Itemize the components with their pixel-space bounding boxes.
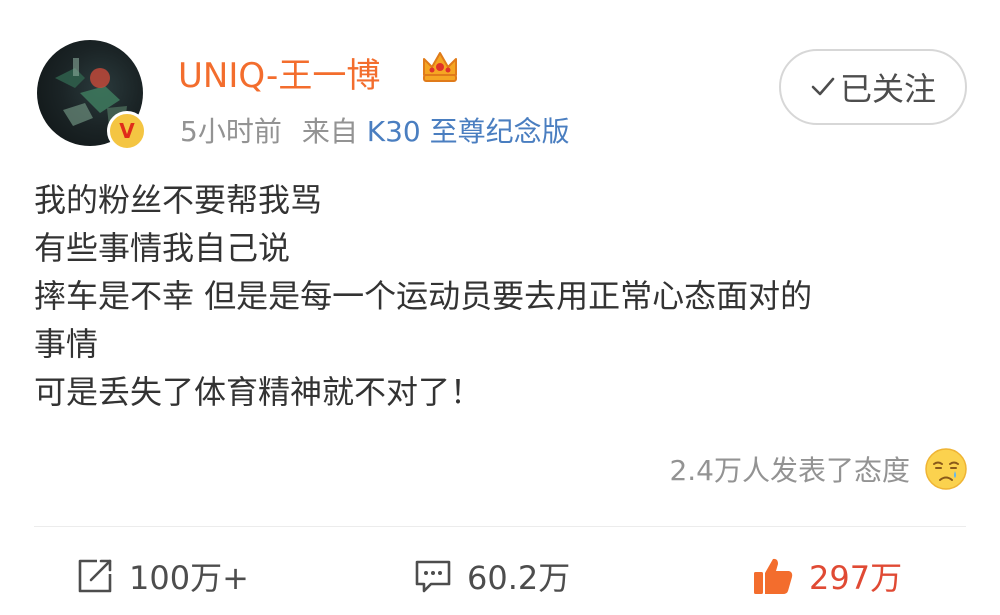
share-icon <box>78 559 112 593</box>
post-meta: 5小时前 来自 K30 至尊纪念版 <box>180 110 570 150</box>
crown-icon <box>423 52 457 82</box>
follow-button-label: 已关注 <box>839 70 936 108</box>
verified-badge-label: V <box>119 119 135 143</box>
content-line: 有些事情我自己说 <box>34 229 291 267</box>
content-line: 摔车是不幸 但是是每一个运动员要去用正常心态面对的 <box>34 277 813 315</box>
like-button[interactable]: 297万 <box>751 548 902 604</box>
repost-button[interactable]: 100万+ <box>75 548 249 604</box>
check-icon <box>811 77 835 96</box>
reaction-summary[interactable]: 2.4万人发表了态度 <box>669 447 968 491</box>
reaction-text: 2.4万人发表了态度 <box>669 454 910 487</box>
repost-count: 100万+ <box>129 559 249 597</box>
post-time: 5小时前 <box>180 115 282 148</box>
like-count: 297万 <box>809 559 903 597</box>
content-line: 我的粉丝不要帮我骂 <box>34 181 323 219</box>
content-line: 可是丢失了体育精神就不对了！ <box>34 373 483 411</box>
post-content: 我的粉丝不要帮我骂 有些事情我自己说 摔车是不幸 但是是每一个运动员要去用正常心… <box>34 176 974 416</box>
comment-count: 60.2万 <box>467 559 571 597</box>
source-prefix: 来自 <box>301 115 358 148</box>
crying-face-emoji-icon <box>925 448 967 490</box>
like-icon <box>754 558 793 594</box>
source-device[interactable]: K30 至尊纪念版 <box>367 115 570 148</box>
divider <box>34 526 966 527</box>
follow-button[interactable]: 已关注 <box>779 49 967 125</box>
username[interactable]: UNIQ-王一博 <box>178 48 380 97</box>
verified-badge-icon: V <box>107 111 147 151</box>
content-line: 事情 <box>34 325 99 363</box>
comment-icon <box>415 560 451 593</box>
comment-button[interactable]: 60.2万 <box>413 548 570 604</box>
